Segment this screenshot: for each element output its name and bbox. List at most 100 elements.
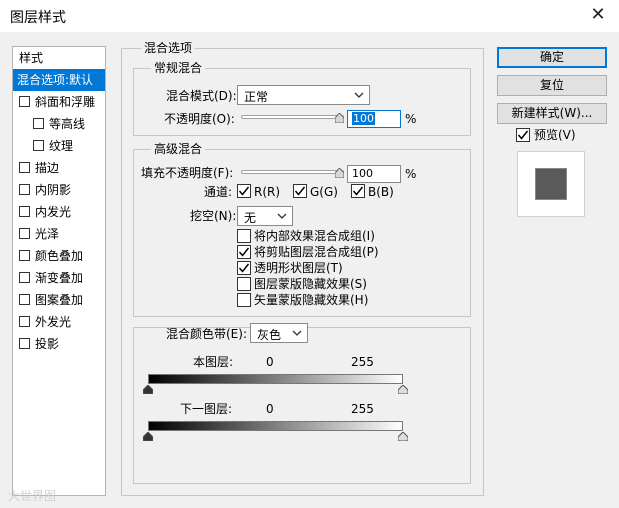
sidebar-item-checkbox[interactable]: [19, 272, 30, 283]
checkmark-icon: [517, 130, 529, 140]
ok-button[interactable]: 确定: [497, 47, 607, 68]
knockout-value: 无: [244, 211, 257, 225]
preview-swatch: [535, 168, 567, 200]
blend-if-select[interactable]: 灰色: [250, 323, 308, 343]
checkmark-icon: [294, 186, 306, 196]
close-icon[interactable]: ✕: [588, 4, 608, 26]
underlying-layer-max: 255: [351, 402, 374, 416]
blend-if-label: 混合颜色带(E):: [166, 327, 247, 341]
fill-opacity-slider-thumb[interactable]: [335, 168, 344, 178]
sidebar-item-label: 内阴影: [35, 183, 72, 197]
chevron-down-icon: [354, 92, 364, 98]
opacity-input[interactable]: 100: [347, 110, 401, 128]
reset-button[interactable]: 复位: [497, 75, 607, 96]
fill-opacity-input[interactable]: 100: [347, 165, 401, 183]
sidebar-item[interactable]: 图案叠加: [13, 289, 105, 311]
channel-checkbox[interactable]: [237, 184, 251, 198]
sidebar-item-label: 渐变叠加: [35, 271, 84, 285]
underlying-layer-label: 下一图层:: [180, 402, 233, 416]
preview-checkbox[interactable]: [516, 128, 530, 142]
underlying-layer-black-stop[interactable]: [143, 432, 153, 441]
sidebar-item[interactable]: 颜色叠加: [13, 245, 105, 267]
sidebar-item-label: 等高线: [49, 117, 86, 131]
sidebar-item[interactable]: 混合选项:默认: [13, 69, 105, 91]
underlying-layer-white-stop[interactable]: [398, 432, 408, 441]
sidebar-item-label: 投影: [35, 337, 60, 351]
sidebar-item[interactable]: 描边: [13, 157, 105, 179]
sidebar-item-label: 内发光: [35, 205, 72, 219]
sidebar-item-checkbox[interactable]: [19, 228, 30, 239]
fill-opacity-value: 100: [352, 167, 373, 180]
watermark-text: 大世界图: [8, 489, 57, 503]
sidebar-item-checkbox[interactable]: [19, 162, 30, 173]
this-layer-white-stop[interactable]: [398, 385, 408, 394]
advanced-option-checkbox[interactable]: [237, 245, 251, 259]
sidebar-item-checkbox[interactable]: [33, 140, 44, 151]
advanced-option-checkbox[interactable]: [237, 293, 251, 307]
preview-label: 预览(V): [534, 128, 576, 142]
underlying-layer-gradient: [148, 421, 403, 431]
advanced-option-checkbox[interactable]: [237, 261, 251, 275]
sidebar-item-label: 描边: [35, 161, 60, 175]
advanced-option-checkbox[interactable]: [237, 229, 251, 243]
sidebar-item-label: 外发光: [35, 315, 72, 329]
sidebar-item[interactable]: 等高线: [13, 113, 105, 135]
sidebar-item[interactable]: 内阴影: [13, 179, 105, 201]
fill-opacity-unit: %: [405, 167, 417, 181]
sidebar-item[interactable]: 纹理: [13, 135, 105, 157]
sidebar-item[interactable]: 渐变叠加: [13, 267, 105, 289]
styles-sidebar: 样式 混合选项:默认 斜面和浮雕等高线纹理描边内阴影内发光光泽颜色叠加渐变叠加图案…: [12, 46, 106, 496]
sidebar-item-label: 光泽: [35, 227, 60, 241]
blend-mode-select[interactable]: 正常: [237, 85, 370, 105]
sidebar-item-checkbox[interactable]: [19, 338, 30, 349]
sidebar-item-checkbox[interactable]: [33, 118, 44, 129]
title-bar: [0, 0, 619, 32]
sidebar-item-checkbox[interactable]: [19, 206, 30, 217]
channel-checkbox[interactable]: [351, 184, 365, 198]
blend-options-title: 混合选项: [141, 41, 196, 55]
advanced-blending-title: 高级混合: [151, 142, 206, 156]
blend-mode-label: 混合模式(D):: [166, 89, 237, 103]
sidebar-item-checkbox[interactable]: [19, 96, 30, 107]
chevron-down-icon: [292, 330, 302, 336]
checkmark-icon: [238, 263, 250, 273]
sidebar-item-checkbox[interactable]: [19, 294, 30, 305]
sidebar-item[interactable]: 内发光: [13, 201, 105, 223]
opacity-value: 100: [352, 112, 375, 125]
sidebar-item-checkbox[interactable]: [19, 184, 30, 195]
advanced-option-label: 矢量蒙版隐藏效果(H): [254, 293, 369, 307]
opacity-slider-track[interactable]: [241, 115, 344, 119]
fill-opacity-label: 填充不透明度(F):: [141, 166, 234, 180]
blend-mode-value: 正常: [244, 90, 269, 104]
sidebar-item[interactable]: 光泽: [13, 223, 105, 245]
sidebar-item-checkbox[interactable]: [19, 250, 30, 261]
sidebar-item-label: 图案叠加: [35, 293, 84, 307]
opacity-label: 不透明度(O):: [164, 112, 235, 126]
advanced-option-checkbox[interactable]: [237, 277, 251, 291]
this-layer-max: 255: [351, 355, 374, 369]
advanced-option-label: 透明形状图层(T): [254, 261, 343, 275]
channel-checkbox[interactable]: [293, 184, 307, 198]
this-layer-label: 本图层:: [193, 355, 234, 369]
sidebar-item-label: 纹理: [49, 139, 74, 153]
sidebar-item[interactable]: 外发光: [13, 311, 105, 333]
opacity-unit: %: [405, 112, 417, 126]
opacity-slider-thumb[interactable]: [335, 113, 344, 123]
new-style-button[interactable]: 新建样式(W)...: [497, 103, 607, 124]
general-blending-title: 常规混合: [151, 61, 206, 75]
sidebar-item[interactable]: 投影: [13, 333, 105, 355]
sidebar-item[interactable]: 斜面和浮雕: [13, 91, 105, 113]
sidebar-header: 样式: [13, 47, 105, 70]
fill-opacity-slider-track[interactable]: [241, 170, 344, 174]
style-preview: [517, 151, 585, 217]
blend-if-value: 灰色: [257, 328, 282, 342]
this-layer-gradient: [148, 374, 403, 384]
advanced-option-label: 图层蒙版隐藏效果(S): [254, 277, 367, 291]
sidebar-item-checkbox[interactable]: [19, 316, 30, 327]
checkmark-icon: [238, 186, 250, 196]
channel-label: R(R): [254, 185, 281, 199]
checkmark-icon: [238, 247, 250, 257]
this-layer-black-stop[interactable]: [143, 385, 153, 394]
advanced-option-label: 将剪贴图层混合成组(P): [254, 245, 379, 259]
knockout-select[interactable]: 无: [237, 206, 293, 226]
